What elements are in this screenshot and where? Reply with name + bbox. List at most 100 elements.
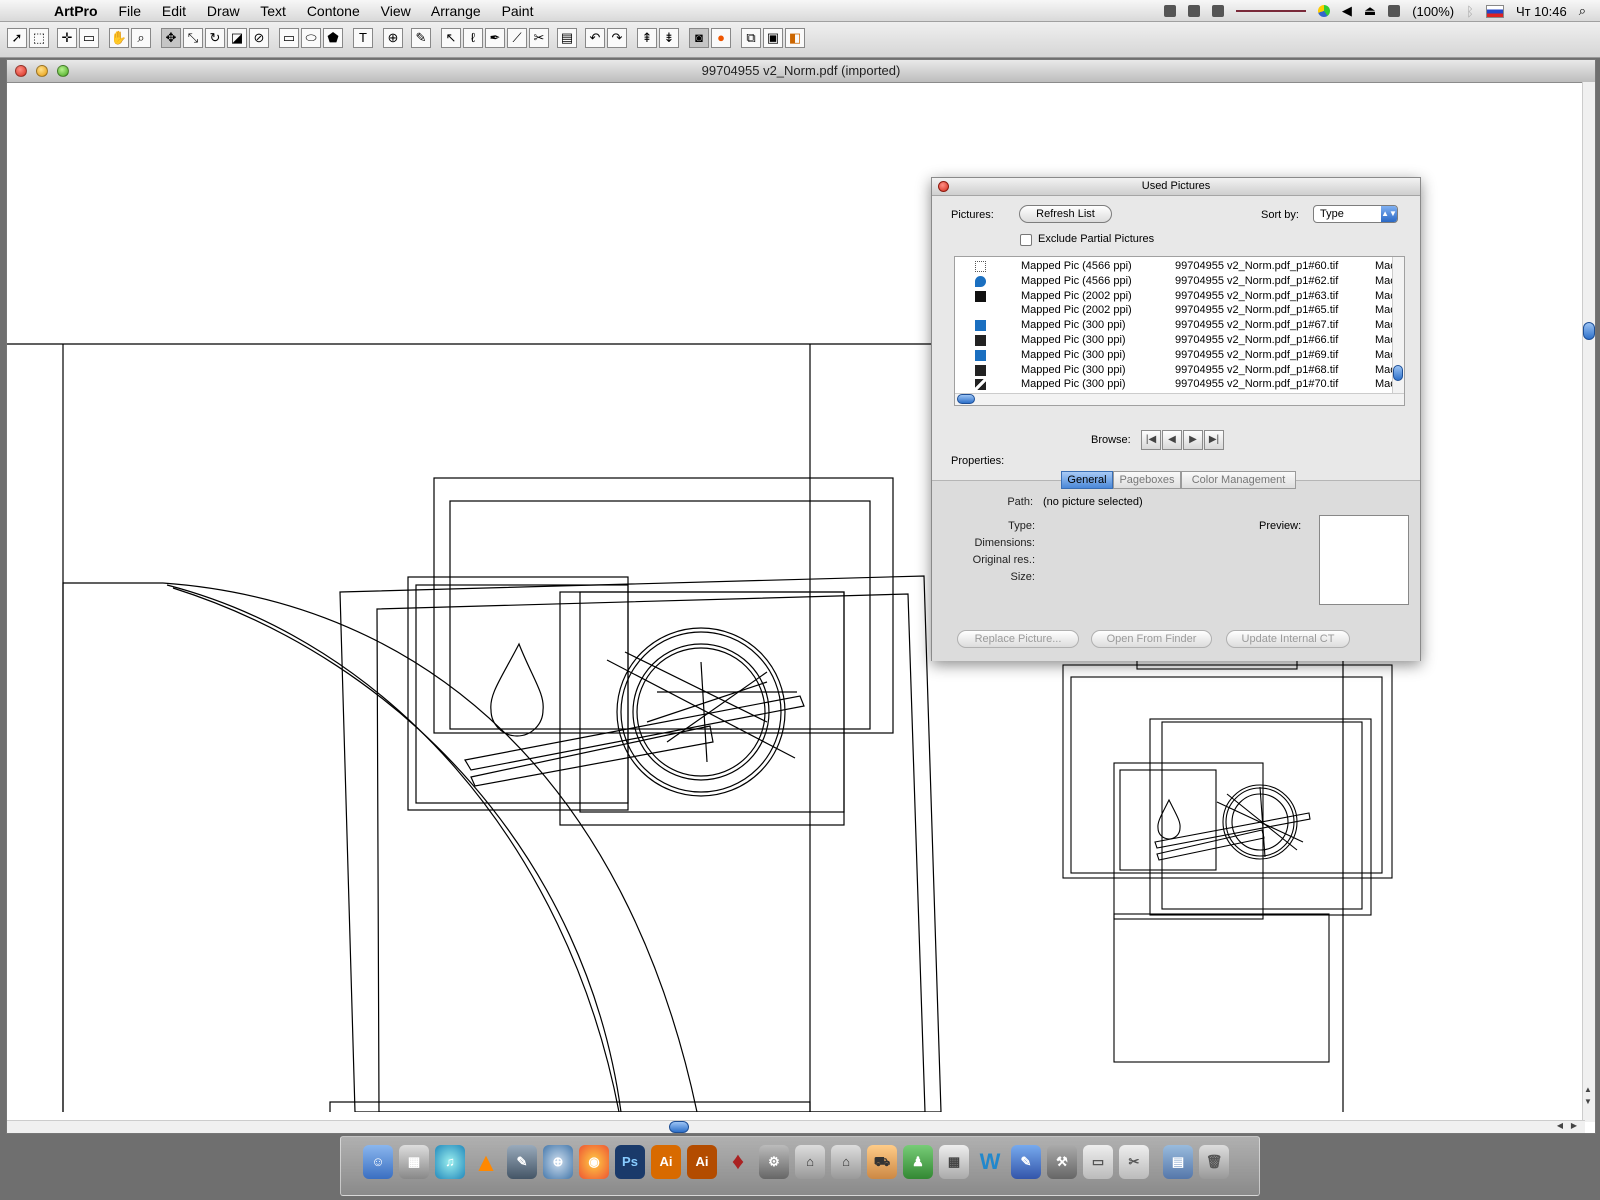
- clock[interactable]: Чт 10:46: [1516, 4, 1567, 19]
- list-item[interactable]: Mapped Pic (4566 ppi) 99704955 v2_Norm.pd…: [955, 274, 1396, 289]
- network-app-icon[interactable]: ⌂: [795, 1145, 825, 1179]
- status-icon[interactable]: [1163, 5, 1176, 17]
- replace-picture-button[interactable]: Replace Picture...: [957, 630, 1079, 648]
- update-internal-ct-button[interactable]: Update Internal CT: [1226, 630, 1350, 648]
- zoom-window-icon[interactable]: [57, 65, 69, 77]
- tab-general[interactable]: General: [1061, 471, 1113, 489]
- input-flag-icon[interactable]: [1485, 4, 1504, 18]
- horizontal-scroll-thumb[interactable]: [669, 1121, 689, 1133]
- editor-app-icon[interactable]: ✎: [1011, 1145, 1041, 1179]
- send-backward-icon[interactable]: ⇟: [659, 28, 679, 48]
- list-item[interactable]: Mapped Pic (300 ppi) 99704955 v2_Norm.pdf…: [955, 363, 1396, 378]
- registration-tool-icon[interactable]: ⊕: [383, 28, 403, 48]
- illustrator-alt-icon[interactable]: Ai: [687, 1145, 717, 1179]
- utility-app-icon[interactable]: ✎: [507, 1145, 537, 1179]
- menu-view[interactable]: View: [381, 3, 411, 19]
- menu-file[interactable]: File: [118, 3, 141, 19]
- spotlight-icon[interactable]: ⌕: [1579, 3, 1586, 19]
- lasso-tool-icon[interactable]: ℓ: [463, 28, 483, 48]
- close-window-icon[interactable]: [15, 65, 27, 77]
- horizontal-scrollbar[interactable]: ◀ ▶: [7, 1120, 1585, 1133]
- system-preferences-icon[interactable]: ⚙: [759, 1145, 789, 1179]
- vertical-scroll-thumb[interactable]: [1583, 322, 1595, 340]
- menu-edit[interactable]: Edit: [162, 3, 186, 19]
- acrobat-icon[interactable]: ♦: [723, 1145, 753, 1179]
- zoom-tool-icon[interactable]: ⌕: [131, 28, 151, 48]
- list-hscroll-thumb[interactable]: [957, 394, 975, 404]
- firefox-icon[interactable]: ◉: [579, 1145, 609, 1179]
- bluetooth-icon[interactable]: ᛒ: [1466, 4, 1474, 19]
- text-tool-icon[interactable]: T: [353, 28, 373, 48]
- status-icon[interactable]: [1187, 5, 1200, 17]
- ellipse-tool-icon[interactable]: ⬭: [301, 28, 321, 48]
- arrow-tool-icon[interactable]: ➚: [7, 28, 27, 48]
- image-tool-icon[interactable]: ▣: [763, 28, 783, 48]
- pen-tool-icon[interactable]: ✒: [485, 28, 505, 48]
- list-item[interactable]: Mapped Pic (2002 ppi) 99704955 v2_Norm.pd…: [955, 289, 1396, 304]
- hand-tool-icon[interactable]: ✋: [109, 28, 129, 48]
- scroll-down-arrow-icon[interactable]: ▼: [1584, 1097, 1592, 1106]
- list-item[interactable]: Mapped Pic (300 ppi) 99704955 v2_Norm.pdf…: [955, 318, 1396, 333]
- exclude-partial-label[interactable]: Exclude Partial Pictures: [1038, 233, 1154, 245]
- list-item[interactable]: Mapped Pic (300 ppi) 99704955 v2_Norm.pdf…: [955, 377, 1396, 392]
- list-scroll-thumb[interactable]: [1393, 365, 1403, 381]
- rotate-tool-icon[interactable]: ↻: [205, 28, 225, 48]
- menu-paint[interactable]: Paint: [502, 3, 534, 19]
- scroll-left-arrow-icon[interactable]: ◀: [1557, 1121, 1563, 1130]
- pencil-tool-icon[interactable]: ✎: [411, 28, 431, 48]
- pictures-list[interactable]: Mapped Pic (4566 ppi) 99704955 v2_Norm.pd…: [954, 256, 1405, 406]
- open-from-finder-button[interactable]: Open From Finder: [1091, 630, 1212, 648]
- ruler-tool-icon[interactable]: ▭: [79, 28, 99, 48]
- redo-icon[interactable]: ↷: [607, 28, 627, 48]
- direct-select-icon[interactable]: ⬚: [29, 28, 49, 48]
- dev-tool-icon[interactable]: ⚒: [1047, 1145, 1077, 1179]
- utilities-icon[interactable]: ✂: [1119, 1145, 1149, 1179]
- eject-icon[interactable]: ⏏: [1364, 3, 1376, 19]
- rectangle-tool-icon[interactable]: ▭: [279, 28, 299, 48]
- battery-percent[interactable]: (100%): [1412, 4, 1454, 19]
- battery-icon[interactable]: [1388, 5, 1401, 17]
- volume-icon[interactable]: ◀: [1342, 3, 1352, 19]
- first-picture-icon[interactable]: |◀: [1141, 430, 1161, 450]
- list-horizontal-scrollbar[interactable]: [955, 393, 1404, 405]
- pie-status-icon[interactable]: [1317, 5, 1330, 17]
- transmit-icon[interactable]: ⛟: [867, 1145, 897, 1179]
- refresh-list-button[interactable]: Refresh List: [1019, 205, 1112, 223]
- vlc-icon[interactable]: ▲: [471, 1145, 501, 1179]
- preview-app-icon[interactable]: ▦: [399, 1145, 429, 1179]
- scroll-up-arrow-icon[interactable]: ▲: [1584, 1085, 1592, 1094]
- scissors-tool-icon[interactable]: ✂: [529, 28, 549, 48]
- page-tool-icon[interactable]: ▤: [557, 28, 577, 48]
- itunes-icon[interactable]: ♫: [435, 1145, 465, 1179]
- illustrator-icon[interactable]: Ai: [651, 1145, 681, 1179]
- photoshop-icon[interactable]: Ps: [615, 1145, 645, 1179]
- applications-folder-icon[interactable]: ▤: [1163, 1145, 1193, 1179]
- green-app-icon[interactable]: ♟: [903, 1145, 933, 1179]
- list-vertical-scrollbar[interactable]: [1392, 257, 1404, 395]
- menu-arrange[interactable]: Arrange: [431, 3, 481, 19]
- list-item[interactable]: Mapped Pic (2002 ppi) 99704955 v2_Norm.pd…: [955, 303, 1396, 318]
- menu-app-name[interactable]: ArtPro: [54, 3, 98, 19]
- list-item[interactable]: Mapped Pic (4566 ppi) 99704955 v2_Norm.pd…: [955, 259, 1396, 274]
- minimize-window-icon[interactable]: [36, 65, 48, 77]
- trap-tool-icon[interactable]: ◙: [689, 28, 709, 48]
- menu-text[interactable]: Text: [260, 3, 286, 19]
- move-tool-icon[interactable]: ✥: [161, 28, 181, 48]
- document-titlebar[interactable]: 99704955 v2_Norm.pdf (imported): [7, 60, 1595, 83]
- sort-by-select[interactable]: Type ▲▼: [1313, 205, 1398, 223]
- resize-tool-icon[interactable]: ◪: [227, 28, 247, 48]
- calculator-icon[interactable]: ▦: [939, 1145, 969, 1179]
- separations-tool-icon[interactable]: ◧: [785, 28, 805, 48]
- trash-icon[interactable]: 🗑: [1199, 1145, 1229, 1179]
- color-tool-icon[interactable]: ●: [711, 28, 731, 48]
- printer-icon[interactable]: ▭: [1083, 1145, 1113, 1179]
- list-item[interactable]: Mapped Pic (300 ppi) 99704955 v2_Norm.pdf…: [955, 333, 1396, 348]
- crosshair-tool-icon[interactable]: ✛: [57, 28, 77, 48]
- scroll-right-arrow-icon[interactable]: ▶: [1571, 1121, 1577, 1130]
- safari-icon[interactable]: ⊕: [543, 1145, 573, 1179]
- list-item[interactable]: Mapped Pic (300 ppi) 99704955 v2_Norm.pdf…: [955, 348, 1396, 363]
- exclude-partial-checkbox[interactable]: [1020, 234, 1032, 246]
- tab-pageboxes[interactable]: Pageboxes: [1113, 471, 1181, 489]
- pointer-tool-icon[interactable]: ↖: [441, 28, 461, 48]
- menu-contone[interactable]: Contone: [307, 3, 360, 19]
